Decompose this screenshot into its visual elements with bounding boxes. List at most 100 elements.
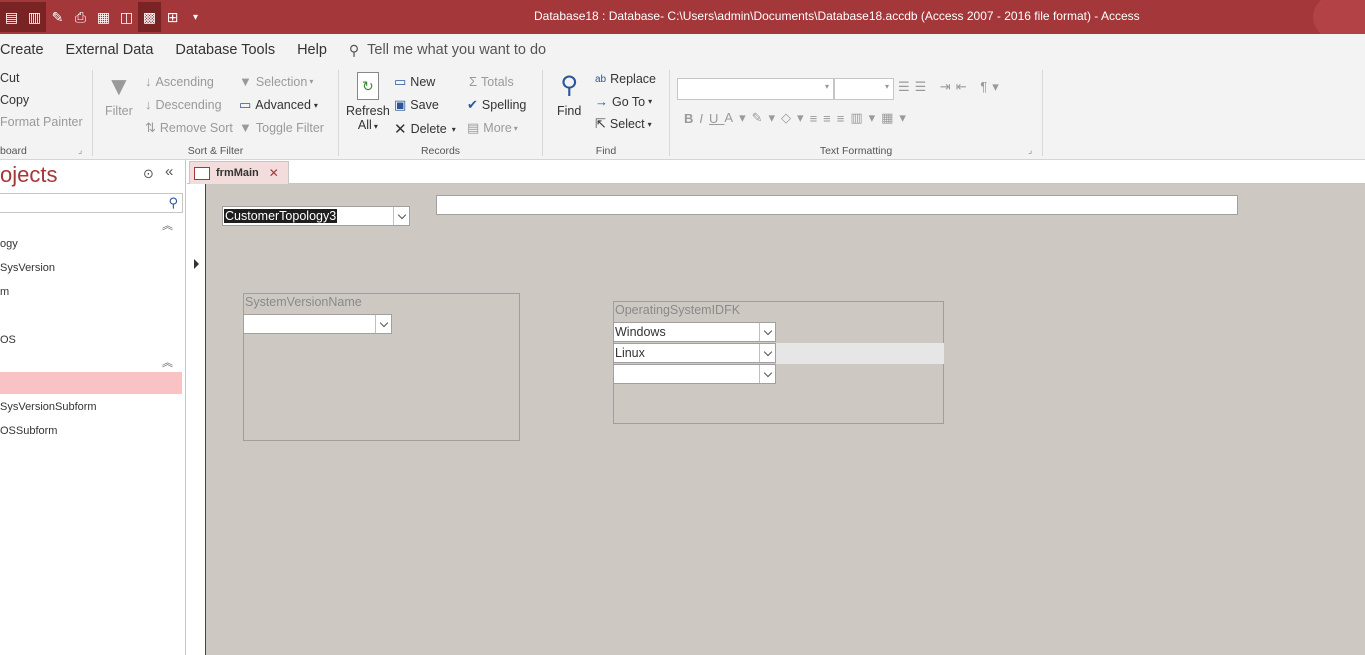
selection-button[interactable]: ▼ Selection ▾ xyxy=(239,74,313,89)
menu-database-tools[interactable]: Database Tools xyxy=(175,42,275,58)
remove-sort-icon: ⇅ xyxy=(145,120,156,135)
chevron-down-icon: ▾ xyxy=(313,100,318,110)
filter-label: Filter xyxy=(105,104,133,118)
new-record-button[interactable]: ▭ New xyxy=(394,74,435,90)
chevron-down-icon[interactable] xyxy=(375,315,391,333)
font-name-combo[interactable]: ▾ xyxy=(677,78,834,100)
nav-item[interactable] xyxy=(0,306,182,328)
form-view-icon[interactable]: ▥ xyxy=(23,2,46,32)
chevron-down-icon[interactable] xyxy=(759,344,775,362)
goto-button[interactable]: → Go To ▾ xyxy=(595,94,652,109)
customize-toolbar-icon[interactable]: ▾ xyxy=(184,2,207,32)
remove-sort-button[interactable]: ⇅ Remove Sort xyxy=(145,120,233,136)
font-color-icon: A▾ xyxy=(724,110,752,125)
chevron-down-icon: ▾ xyxy=(884,82,889,91)
toggle-filter-icon: ▼ xyxy=(239,120,252,135)
document-tab-strip: frmMain ✕ xyxy=(187,160,1365,184)
multiple-items-icon[interactable]: ▩ xyxy=(138,2,161,32)
replace-button[interactable]: ab Replace xyxy=(595,72,656,86)
tab-frmmain[interactable]: frmMain ✕ xyxy=(189,161,289,184)
nav-item[interactable]: OS xyxy=(0,330,182,352)
nav-item[interactable]: OSSubform xyxy=(0,421,182,443)
os-combo-row[interactable]: Linux xyxy=(613,343,776,363)
filter-button[interactable]: ▼ Filter xyxy=(105,72,133,118)
os-combo-row[interactable]: Windows xyxy=(613,322,776,342)
print-preview-icon[interactable]: ⎙ xyxy=(69,2,92,32)
format-buttons[interactable]: B I U A▾ ✎▾ ◇▾ ≡≡≡ ▥▾ ▦▾ xyxy=(684,110,912,126)
menu-external-data[interactable]: External Data xyxy=(66,42,154,58)
more-button[interactable]: ▤ More ▾ xyxy=(467,120,518,136)
clipboard-group: Cut Copy Format Painter board ⌟ xyxy=(0,66,92,160)
chevron-down-icon[interactable] xyxy=(759,323,775,341)
close-icon[interactable]: ✕ xyxy=(269,166,279,180)
os-combo-new-row[interactable] xyxy=(613,364,776,384)
descending-button[interactable]: ↓ Descending xyxy=(145,97,222,112)
layout-view-icon[interactable]: ✎ xyxy=(46,2,69,32)
chevron-down-icon: ▾ xyxy=(647,119,652,129)
system-version-combo[interactable] xyxy=(243,314,392,334)
new-record-icon: ▭ xyxy=(394,74,407,89)
nav-search-input[interactable]: ⚲ xyxy=(0,193,183,213)
nav-item[interactable]: SysVersionSubform xyxy=(0,397,182,419)
collapse-group-icon[interactable]: ︽ xyxy=(162,217,173,233)
collapse-group-icon[interactable]: ︽ xyxy=(162,354,173,370)
list-format-buttons[interactable]: ☰☰ ⇥⇤ ¶▾ xyxy=(898,79,1004,95)
delete-record-button[interactable]: ✕ Delete ▾ xyxy=(394,120,456,138)
arrow-right-icon: → xyxy=(595,94,608,109)
save-record-button[interactable]: ▣ Save xyxy=(394,97,439,113)
refresh-label: Refresh xyxy=(346,104,390,118)
spelling-button[interactable]: ✔ Spelling xyxy=(467,97,526,113)
menu-help[interactable]: Help xyxy=(297,42,327,58)
save-icon: ▣ xyxy=(394,97,407,112)
nav-menu-icon[interactable]: ⊙ xyxy=(143,166,154,182)
format-painter-button[interactable]: Format Painter xyxy=(0,115,83,129)
toggle-filter-button[interactable]: ▼ Toggle Filter xyxy=(239,120,324,135)
cut-label: Cut xyxy=(0,71,20,85)
bold-icon: B xyxy=(684,110,700,126)
totals-button[interactable]: Σ Totals xyxy=(469,74,514,89)
advanced-filter-icon: ▭ xyxy=(239,97,252,112)
refresh-all-button[interactable]: ↻ Refresh All ▾ xyxy=(346,72,390,132)
split-form-icon[interactable]: ◫ xyxy=(115,2,138,32)
search-icon: ⚲ xyxy=(168,195,178,210)
cut-button[interactable]: Cut xyxy=(0,71,19,85)
select-button[interactable]: ⇱ Select ▾ xyxy=(595,116,652,132)
menu-create[interactable]: Create xyxy=(0,42,44,58)
copy-button[interactable]: Copy xyxy=(0,93,29,107)
nav-item[interactable]: SysVersion xyxy=(0,258,182,280)
datasheet-view-icon[interactable]: ▤ xyxy=(0,2,23,32)
nav-item[interactable]: ogy xyxy=(0,234,182,256)
topology-combo[interactable]: CustomerTopology3 xyxy=(222,206,410,226)
tab-label: frmMain xyxy=(216,167,259,179)
tell-me-box[interactable]: ⚲ Tell me what you want to do xyxy=(349,42,546,59)
gridlines-icon: ▦▾ xyxy=(881,110,912,125)
record-selector-arrow-icon[interactable] xyxy=(194,259,199,269)
nav-item[interactable]: m xyxy=(0,282,182,304)
description-textbox[interactable] xyxy=(436,195,1238,215)
replace-icon: ab xyxy=(595,73,607,85)
form-icon[interactable]: ▦ xyxy=(92,2,115,32)
refresh-icon: ↻ xyxy=(356,72,379,100)
replace-label: Replace xyxy=(610,72,656,86)
font-size-combo[interactable]: ▾ xyxy=(834,78,894,100)
refresh-all-label: All xyxy=(357,118,372,132)
totals-label: Totals xyxy=(481,74,514,89)
ascending-button[interactable]: ↓ Ascending xyxy=(145,74,214,89)
remove-sort-label: Remove Sort xyxy=(159,121,233,135)
delete-icon: ✕ xyxy=(394,121,407,138)
spelling-check-icon: ✔ xyxy=(467,97,478,112)
chevron-down-icon[interactable] xyxy=(393,207,409,225)
new-label: New xyxy=(410,75,436,89)
advanced-button[interactable]: ▭ Advanced ▾ xyxy=(239,97,318,113)
chart-icon: ▥▾ xyxy=(850,110,882,125)
find-button[interactable]: ⚲ Find xyxy=(557,72,581,118)
text-formatting-launcher-icon[interactable]: ⌟ xyxy=(1028,145,1032,156)
chevron-down-icon[interactable] xyxy=(759,365,775,383)
clipboard-launcher-icon[interactable]: ⌟ xyxy=(78,145,82,156)
funnel-icon: ▼ xyxy=(106,71,132,101)
text-formatting-group: ▾ ▾ ☰☰ ⇥⇤ ¶▾ B I U A▾ ✎▾ ◇▾ ≡≡≡ ▥▾ ▦▾ Te… xyxy=(670,66,1042,160)
table-icon[interactable]: ⊞ xyxy=(161,2,184,32)
collapse-pane-icon[interactable]: « xyxy=(165,163,173,180)
nav-item-selected[interactable] xyxy=(0,372,182,394)
select-label: Select xyxy=(609,117,645,131)
